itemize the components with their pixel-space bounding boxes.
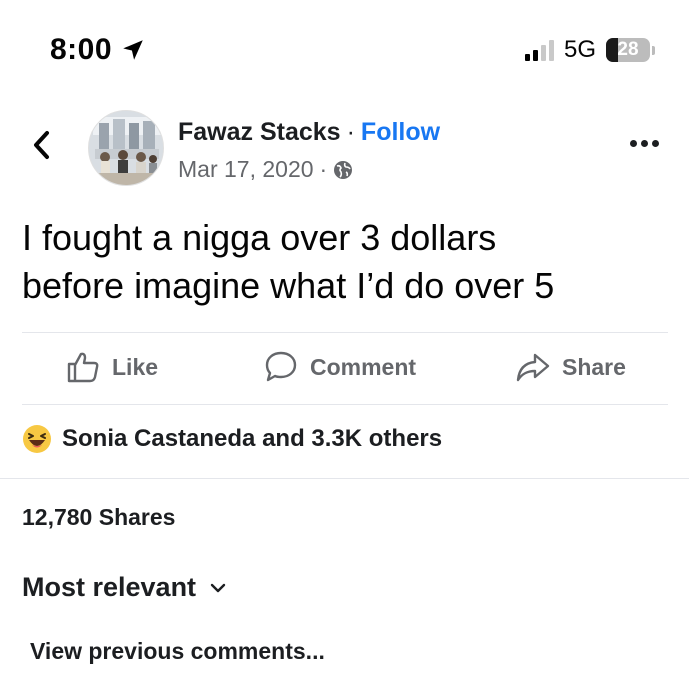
divider	[22, 332, 668, 333]
status-indicators: 5G 28	[524, 36, 655, 64]
more-options-button[interactable]	[630, 140, 659, 147]
share-icon	[516, 353, 550, 382]
sort-label: Most relevant	[22, 572, 197, 602]
comment-sort-dropdown[interactable]: Most relevant	[22, 572, 226, 603]
shares-count[interactable]: 12,780 Shares	[22, 504, 175, 531]
time-text: 8:00	[50, 33, 113, 66]
post-actions: Like Comment Share	[0, 340, 689, 400]
separator-dot: ·	[346, 118, 355, 146]
like-button[interactable]: Like	[66, 350, 158, 384]
post-meta: Mar 17, 2020 ·	[178, 156, 353, 183]
post-text: I fought a nigga over 3 dollars before i…	[22, 214, 662, 310]
signal-icon	[524, 39, 554, 61]
divider	[0, 478, 689, 479]
location-arrow-icon	[123, 40, 143, 60]
like-label: Like	[112, 353, 159, 380]
reactions-summary[interactable]: Sonia Castaneda and 3.3K others	[22, 424, 442, 454]
divider	[22, 404, 668, 405]
network-type: 5G	[563, 36, 596, 63]
author-avatar[interactable]	[88, 110, 164, 186]
meta-separator: ·	[319, 156, 328, 182]
battery-tip	[652, 45, 655, 55]
reactions-text: Sonia Castaneda and 3.3K others	[62, 425, 443, 452]
author-name[interactable]: Fawaz Stacks	[178, 118, 341, 147]
view-previous-comments-link[interactable]: View previous comments...	[30, 638, 325, 665]
status-time: 8:00	[50, 33, 146, 67]
post-text-line: before imagine what I’d do over 5	[22, 265, 555, 306]
avatar-image	[89, 111, 163, 185]
more-icon-dot	[630, 140, 637, 147]
post-date[interactable]: Mar 17, 2020	[178, 156, 314, 183]
comment-label: Comment	[310, 353, 417, 380]
back-chevron-icon[interactable]	[30, 127, 54, 163]
status-bar: 8:00 5G 28	[0, 0, 689, 100]
post-text-line: I fought a nigga over 3 dollars	[22, 217, 497, 258]
comment-button[interactable]: Comment	[264, 350, 416, 384]
author-line: Fawaz Stacks · Follow	[178, 118, 440, 147]
comment-icon	[265, 351, 297, 382]
globe-icon	[334, 160, 353, 179]
more-icon-dot	[652, 140, 659, 147]
battery-percent: 28	[617, 39, 639, 60]
like-icon	[67, 352, 99, 383]
follow-button[interactable]: Follow	[361, 118, 440, 147]
chevron-down-icon	[210, 583, 226, 592]
share-button[interactable]: Share	[516, 350, 626, 384]
share-label: Share	[562, 353, 626, 380]
more-icon-dot	[641, 140, 648, 147]
haha-reaction-icon	[23, 425, 51, 453]
battery-icon: 28	[606, 38, 650, 62]
